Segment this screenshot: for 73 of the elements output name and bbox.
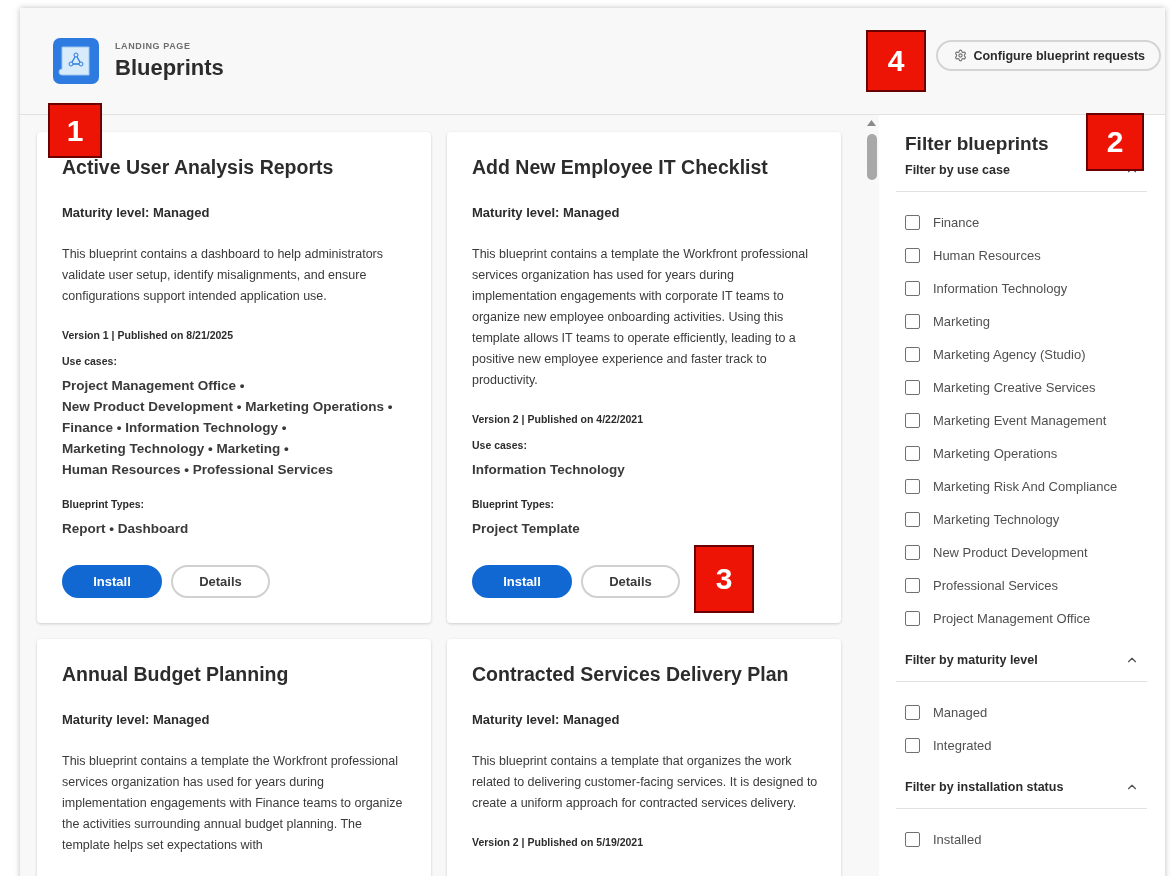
checkbox[interactable]: [905, 832, 920, 847]
filter-section-header[interactable]: Filter by installation status: [896, 780, 1147, 809]
filter-section-header[interactable]: Filter by maturity level: [896, 653, 1147, 682]
number-marker: 1: [48, 103, 102, 158]
filter-option-label: Marketing: [933, 314, 991, 329]
card-description: This blueprint contains a template the Workfront professional services organization has used for years during implementation engagements with corporate IT teams to organize new employee onboarding activities. Using this template allows IT teams to operate efficiently, leading to a positive new employee experience and faster track to productivity.: [472, 246, 810, 389]
checkbox[interactable]: [905, 578, 920, 593]
install-button[interactable]: Install: [472, 565, 572, 598]
card-description: This blueprint contains a template that organizes the work related to delivering customer-facing services. It is designed to create a uniform approach for contracted services delivery.: [472, 753, 819, 812]
number-marker: 2: [1086, 113, 1144, 171]
maturity-level: Maturity level: Managed: [62, 712, 211, 727]
number-marker: 4: [866, 30, 926, 92]
filter-option-label: Marketing Event Management: [933, 413, 1107, 428]
use-cases-label: Use cases:: [62, 355, 118, 367]
checkbox[interactable]: [905, 347, 920, 362]
page-title: Blueprints: [115, 55, 224, 81]
filter-option-label: Installed: [933, 832, 982, 847]
checkbox[interactable]: [905, 248, 920, 263]
use-cases-label: Use cases:: [472, 439, 528, 451]
filter-option-label: Human Resources: [933, 248, 1041, 263]
version-info: Version 1 | Published on 8/21/2025: [62, 329, 234, 341]
blueprint-types-text: Project Template: [472, 520, 581, 538]
page-eyebrow: LANDING PAGE: [115, 41, 191, 51]
card-title: Active User Analysis Reports: [62, 156, 335, 179]
filter-title: Filter blueprints: [904, 133, 1049, 155]
filter-option-label: Information Technology: [933, 281, 1068, 296]
version-info: Version 2 | Published on 4/22/2021: [472, 413, 644, 425]
filter-option-label: Marketing Risk And Compliance: [933, 479, 1118, 494]
filter-option-label: Marketing Operations: [933, 446, 1058, 461]
filter-option-label: New Product Development: [933, 545, 1088, 560]
checkbox[interactable]: [905, 611, 920, 626]
filter-option-label: Finance: [933, 215, 980, 230]
maturity-level: Maturity level: Managed: [472, 205, 621, 220]
maturity-level: Maturity level: Managed: [472, 712, 621, 727]
blueprint-types-label: Blueprint Types:: [62, 498, 146, 510]
filter-option-label: Professional Services: [933, 578, 1058, 593]
checkbox[interactable]: [905, 738, 920, 753]
filter-option-label: Marketing Creative Services: [933, 380, 1096, 395]
filter-option-label: Integrated: [933, 738, 992, 753]
checkbox[interactable]: [905, 545, 920, 560]
card-description: This blueprint contains a template the Workfront professional services organization has used for years during implementation engagements with Finance teams to organize the activities surrounding annual budget planning. The template helps set expectations with: [62, 753, 404, 854]
use-cases-text: Information Technology: [472, 461, 626, 479]
checkbox[interactable]: [905, 314, 920, 329]
checkbox[interactable]: [905, 413, 920, 428]
version-info: Version 2 | Published on 5/19/2021: [472, 836, 644, 848]
filter-option-label: Marketing Technology: [933, 512, 1060, 527]
card-title: Add New Employee IT Checklist: [472, 156, 769, 179]
configure-requests-button[interactable]: Configure blueprint requests: [936, 40, 1161, 71]
blueprint-types-text: Report • Dashboard: [62, 520, 190, 538]
card-description: This blueprint contains a dashboard to help administrators validate user setup, identify misalignments, and ensure configurations support intended application use.: [62, 246, 384, 305]
scrollbar-thumb[interactable]: [867, 134, 877, 180]
checkbox[interactable]: [905, 512, 920, 527]
blueprint-logo-icon: [53, 38, 99, 84]
use-cases-text: Project Management Office • New Product Development • Marketing Operations • Finance • Information Technology • Marketing Technology • Marketing • Human Resources • Professional Services: [62, 377, 394, 479]
checkbox[interactable]: [905, 380, 920, 395]
settings-icon: [954, 49, 968, 62]
checkbox[interactable]: [905, 479, 920, 494]
card-title: Annual Budget Planning: [62, 663, 290, 686]
checkbox[interactable]: [905, 281, 920, 296]
checkbox[interactable]: [905, 215, 920, 230]
blueprint-types-label: Blueprint Types:: [472, 498, 556, 510]
checkbox[interactable]: [905, 446, 920, 461]
details-button[interactable]: Details: [171, 565, 270, 598]
filter-option-label: Project Management Office: [933, 611, 1091, 626]
filter-option-label: Managed: [933, 705, 988, 720]
scroll-up-arrow-icon: [867, 120, 876, 126]
maturity-level: Maturity level: Managed: [62, 205, 211, 220]
filter-option-label: Marketing Agency (Studio): [933, 347, 1086, 362]
details-button[interactable]: Details: [581, 565, 680, 598]
checkbox[interactable]: [905, 705, 920, 720]
install-button[interactable]: Install: [62, 565, 162, 598]
card-title: Contracted Services Delivery Plan: [472, 663, 790, 686]
number-marker: 3: [694, 545, 754, 613]
